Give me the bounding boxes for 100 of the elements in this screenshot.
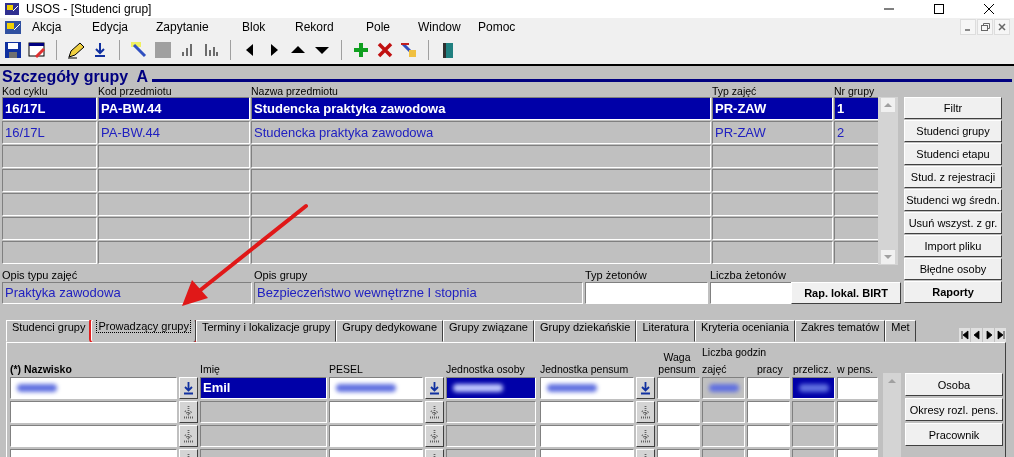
table-cell[interactable]: Studencka praktyka zawodowa <box>251 97 711 120</box>
table-cell[interactable] <box>540 425 634 447</box>
menu-item[interactable]: Pole <box>356 20 408 34</box>
close-icon[interactable] <box>983 3 995 15</box>
side-button[interactable]: Błędne osoby <box>904 258 1002 280</box>
tab[interactable]: Studenci grupy <box>6 320 92 342</box>
menu-item[interactable]: Zapytanie <box>146 20 232 34</box>
list-button[interactable] <box>425 401 444 423</box>
table-cell[interactable] <box>702 377 745 399</box>
table-cell[interactable] <box>10 401 177 423</box>
table-cell[interactable] <box>446 425 536 447</box>
table-cell[interactable]: Emil <box>200 377 327 399</box>
tab[interactable]: Grupy dziekańskie <box>533 320 637 342</box>
table-cell[interactable] <box>747 425 790 447</box>
table-cell[interactable] <box>329 425 423 447</box>
table-cell[interactable] <box>540 377 634 399</box>
text-field[interactable] <box>585 282 708 304</box>
last-tab-icon[interactable] <box>995 328 1006 342</box>
minimize-icon[interactable] <box>960 19 976 35</box>
table-cell[interactable] <box>837 425 878 447</box>
list-button[interactable] <box>636 401 655 423</box>
table-cell[interactable] <box>10 425 177 447</box>
report-button[interactable]: Rap. lokal. BIRT <box>791 282 901 304</box>
side-button[interactable]: Okresy rozl. pens. <box>905 398 1003 421</box>
first-tab-icon[interactable] <box>959 328 970 342</box>
list-button[interactable] <box>425 377 444 399</box>
table-cell[interactable] <box>702 425 745 447</box>
list-button[interactable] <box>179 425 198 447</box>
table-cell[interactable] <box>657 425 700 447</box>
side-button[interactable]: Studenci grupy <box>904 120 1002 142</box>
table-cell[interactable]: PR-ZAW <box>712 97 833 120</box>
menu-item[interactable]: Akcja <box>22 20 82 34</box>
table-cell[interactable] <box>446 401 536 423</box>
side-button[interactable]: Studenci wg średn. <box>904 189 1002 211</box>
table-cell[interactable]: 16/17L <box>2 97 97 120</box>
menu-item[interactable]: Blok <box>232 20 285 34</box>
scroll-up-icon[interactable] <box>881 98 895 112</box>
tab[interactable]: Literatura <box>636 320 695 342</box>
pencil-icon[interactable] <box>67 41 85 59</box>
text-field[interactable]: Bezpieczeństwo wewnętrzne I stopnia <box>254 282 583 304</box>
table-cell[interactable] <box>657 401 700 423</box>
maximize-icon[interactable] <box>933 3 945 15</box>
bar-chart-icon[interactable] <box>202 41 220 59</box>
side-button[interactable]: Filtr <box>904 97 1002 119</box>
table-cell[interactable] <box>540 401 634 423</box>
table-cell[interactable] <box>10 377 177 399</box>
tab[interactable]: Grupy związane <box>443 320 534 342</box>
tab[interactable]: Grupy dedykowane <box>336 320 444 342</box>
menu-item[interactable]: Pomoc <box>468 20 528 34</box>
text-field[interactable]: Praktyka zawodowa <box>2 282 252 304</box>
menu-item[interactable]: Edycja <box>82 20 146 34</box>
side-button[interactable]: Pracownik <box>905 423 1003 446</box>
add-icon[interactable] <box>352 41 370 59</box>
window-edit-icon[interactable] <box>28 41 46 59</box>
list-button[interactable] <box>179 377 198 399</box>
text-field[interactable] <box>710 282 793 304</box>
side-button[interactable]: Stud. z rejestracji <box>904 166 1002 188</box>
tab[interactable]: Zakres tematów <box>795 320 886 342</box>
table-cell[interactable] <box>792 425 835 447</box>
side-button[interactable]: Raporty <box>904 281 1002 303</box>
tab[interactable]: Prowadzący grupy <box>91 320 196 342</box>
table-cell[interactable]: 16/17L <box>2 121 97 144</box>
table-cell[interactable] <box>837 401 878 423</box>
wand-icon[interactable] <box>130 41 148 59</box>
restore-icon[interactable] <box>977 19 993 35</box>
menu-item[interactable]: Rekord <box>285 20 356 34</box>
table-cell[interactable] <box>657 377 700 399</box>
menu-item[interactable]: Window <box>408 20 468 34</box>
scrollbar[interactable] <box>883 373 901 457</box>
table-cell[interactable] <box>747 377 790 399</box>
next-tab-icon[interactable] <box>983 328 994 342</box>
table-cell[interactable] <box>329 401 423 423</box>
list-button[interactable] <box>636 425 655 447</box>
table-cell[interactable]: Studencka praktyka zawodowa <box>251 121 711 144</box>
list-button[interactable] <box>179 401 198 423</box>
table-cell[interactable] <box>200 425 327 447</box>
table-cell[interactable]: PA-BW.44 <box>98 121 250 144</box>
table-cell[interactable]: PA-BW.44 <box>98 97 250 120</box>
list-button[interactable] <box>425 425 444 447</box>
delete-icon[interactable] <box>376 41 394 59</box>
side-button[interactable]: Studenci etapu <box>904 143 1002 165</box>
side-button[interactable]: Osoba <box>905 373 1003 396</box>
side-button[interactable]: Usuń wszyst. z gr. <box>904 212 1002 234</box>
tab[interactable]: Met <box>885 320 916 342</box>
list-button[interactable] <box>636 377 655 399</box>
table-cell[interactable] <box>792 377 835 399</box>
table-cell[interactable] <box>747 401 790 423</box>
tab[interactable]: Terminy i lokalizacje grupy <box>195 320 337 342</box>
table-cell[interactable] <box>200 401 327 423</box>
save-icon[interactable] <box>4 41 22 59</box>
table-cell[interactable] <box>446 377 536 399</box>
side-button[interactable]: Import pliku <box>904 235 1002 257</box>
tab[interactable]: Kryteria oceniania <box>694 320 795 342</box>
scroll-down-icon[interactable] <box>881 250 895 264</box>
previous-tab-icon[interactable] <box>971 328 982 342</box>
table-cell[interactable] <box>792 401 835 423</box>
table-cell[interactable] <box>329 377 423 399</box>
scrollbar[interactable] <box>878 97 898 265</box>
table-cell[interactable]: PR-ZAW <box>712 121 833 144</box>
table-cell[interactable] <box>702 401 745 423</box>
